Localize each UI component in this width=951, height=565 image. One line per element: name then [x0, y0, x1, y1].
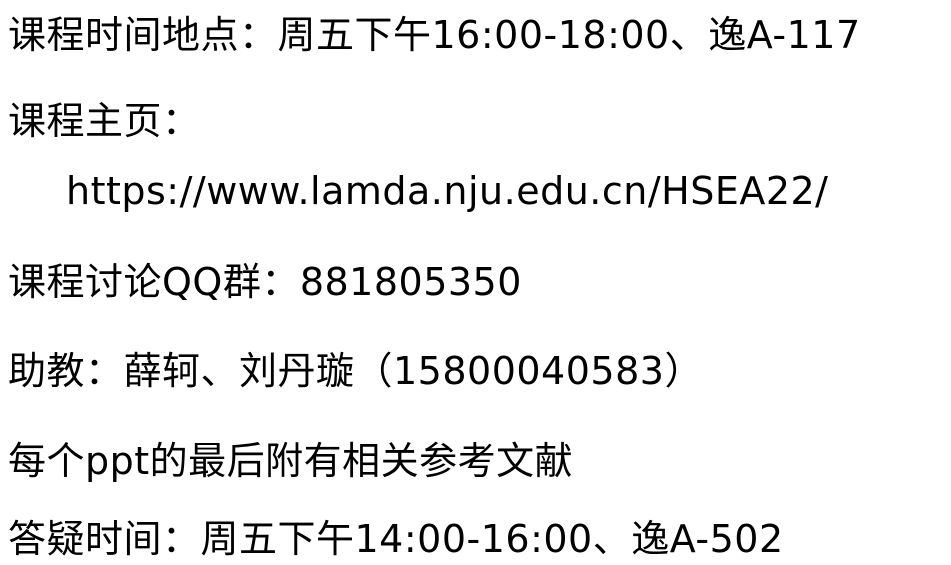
course-homepage-label: 课程主页：	[8, 99, 201, 143]
teaching-assistants: 助教：薛轲、刘丹璇（15800040583）	[8, 349, 703, 393]
course-info-document: 课程时间地点：周五下午16:00-18:00、逸A-117 课程主页： http…	[0, 0, 951, 565]
references-note: 每个ppt的最后附有相关参考文献	[8, 439, 574, 483]
course-time-location: 课程时间地点：周五下午16:00-18:00、逸A-117	[8, 13, 861, 57]
course-qq-group: 课程讨论QQ群：881805350	[8, 260, 522, 304]
course-homepage-url[interactable]: https://www.lamda.nju.edu.cn/HSEA22/	[66, 168, 829, 214]
office-hours: 答疑时间：周五下午14:00-16:00、逸A-502	[8, 517, 784, 561]
